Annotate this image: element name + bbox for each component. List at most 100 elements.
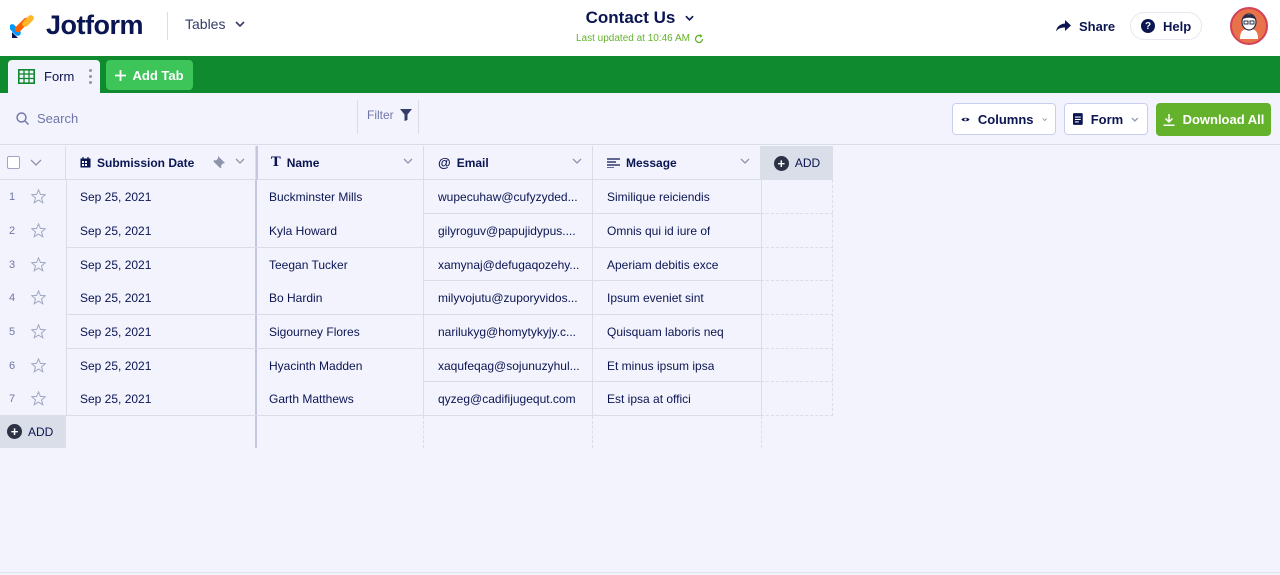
view-selector-button[interactable]: Form xyxy=(1064,103,1148,135)
cell-email[interactable]: narilukyg@homytykyjy.c... xyxy=(438,315,583,349)
tab-options-icon[interactable] xyxy=(89,69,92,84)
chevron-down-icon[interactable] xyxy=(30,159,42,166)
cell-submission-date[interactable]: Sep 25, 2021 xyxy=(80,382,151,416)
column-header-name[interactable]: T Name xyxy=(256,146,424,180)
cell-email[interactable]: wupecuhaw@cufyzyded... xyxy=(438,180,583,214)
star-icon[interactable] xyxy=(31,324,46,339)
row-number: 7 xyxy=(9,393,16,405)
cell-message[interactable]: Quisquam laboris neq xyxy=(607,315,724,349)
chevron-down-icon[interactable] xyxy=(572,158,582,164)
tables-label: Tables xyxy=(185,16,226,32)
jotform-logo-icon[interactable] xyxy=(10,12,36,40)
eye-icon xyxy=(961,117,970,121)
star-icon[interactable] xyxy=(31,223,46,238)
table-row[interactable]: 2 Sep 25, 2021 Kyla Howard gilyroguv@pap… xyxy=(0,214,833,248)
table-row[interactable]: 4 Sep 25, 2021 Bo Hardin milyvojutu@zupo… xyxy=(0,281,833,315)
cell-name[interactable]: Sigourney Flores xyxy=(269,315,360,349)
pin-icon[interactable] xyxy=(213,156,225,168)
cell-name[interactable]: Hyacinth Madden xyxy=(269,349,362,383)
column-label: Submission Date xyxy=(97,155,195,170)
grid-line xyxy=(66,314,761,315)
grid-line xyxy=(761,314,833,315)
plus-icon xyxy=(115,69,127,81)
grid-line xyxy=(66,180,67,416)
table-title: Contact Us xyxy=(585,8,676,27)
search-input[interactable]: Search xyxy=(6,100,357,136)
help-icon: ? xyxy=(1141,19,1155,33)
column-header-email[interactable]: @ Email xyxy=(424,146,593,180)
row-number: 3 xyxy=(9,259,16,271)
share-button[interactable]: Share xyxy=(1056,15,1115,37)
tables-dropdown[interactable]: Tables xyxy=(185,16,246,32)
plus-circle-icon: + xyxy=(7,424,22,439)
cell-message[interactable]: Est ipsa at offici xyxy=(607,382,691,416)
add-row-button[interactable]: + ADD xyxy=(0,415,66,448)
column-label: Name xyxy=(286,155,320,170)
cell-name[interactable]: Buckminster Mills xyxy=(269,180,362,214)
grid-line xyxy=(761,280,833,281)
table-row[interactable]: 6 Sep 25, 2021 Hyacinth Madden xaqufeqag… xyxy=(0,349,833,383)
paragraph-lines-icon xyxy=(607,157,620,168)
refresh-icon[interactable] xyxy=(694,33,704,44)
grid-line xyxy=(424,280,761,281)
table-row[interactable]: 7 Sep 25, 2021 Garth Matthews qyzeg@cadi… xyxy=(0,382,833,416)
download-all-label: Download All xyxy=(1182,112,1265,127)
add-column-button[interactable]: + ADD xyxy=(761,146,833,180)
star-icon[interactable] xyxy=(31,358,46,373)
top-header: Jotform Tables Contact Us Last updated a… xyxy=(0,0,1280,56)
cell-submission-date[interactable]: Sep 25, 2021 xyxy=(80,281,151,315)
cell-name[interactable]: Bo Hardin xyxy=(269,281,322,315)
grid-line xyxy=(761,213,833,214)
cell-email[interactable]: xaqufeqag@sojunuzyhul... xyxy=(438,349,583,383)
select-all-column-header xyxy=(0,146,66,180)
at-sign-icon: @ xyxy=(438,155,451,170)
cell-message[interactable]: Omnis qui id iure of xyxy=(607,214,710,248)
tab-form[interactable]: Form xyxy=(8,60,100,93)
column-header-message[interactable]: Message xyxy=(593,146,761,180)
text-type-icon: T xyxy=(271,155,281,170)
column-header-submission-date[interactable]: Submission Date xyxy=(66,146,256,180)
table-row[interactable]: 5 Sep 25, 2021 Sigourney Flores nariluky… xyxy=(0,315,833,349)
cell-submission-date[interactable]: Sep 25, 2021 xyxy=(80,180,151,214)
cell-name[interactable]: Garth Matthews xyxy=(269,382,354,416)
chevron-down-icon[interactable] xyxy=(235,158,245,164)
cell-message[interactable]: Ipsum eveniet sint xyxy=(607,281,704,315)
star-icon[interactable] xyxy=(31,290,46,305)
chevron-down-icon[interactable] xyxy=(740,158,750,164)
cell-message[interactable]: Similique reiciendis xyxy=(607,180,710,214)
grid-line xyxy=(761,415,833,416)
cell-submission-date[interactable]: Sep 25, 2021 xyxy=(80,214,151,248)
help-button[interactable]: ? Help xyxy=(1130,12,1203,40)
download-icon xyxy=(1163,113,1175,126)
grid-line xyxy=(592,416,593,448)
cell-name[interactable]: Kyla Howard xyxy=(269,214,337,248)
select-all-checkbox[interactable] xyxy=(7,156,20,169)
cell-message[interactable]: Aperiam debitis exce xyxy=(607,248,718,282)
star-icon[interactable] xyxy=(31,391,46,406)
download-all-button[interactable]: Download All xyxy=(1156,103,1271,136)
cell-email[interactable]: milyvojutu@zuporyvidos... xyxy=(438,281,583,315)
cell-email[interactable]: qyzeg@cadifijugequt.com xyxy=(438,382,583,416)
cell-name[interactable]: Teegan Tucker xyxy=(269,248,348,282)
add-tab-button[interactable]: Add Tab xyxy=(106,60,193,90)
brand-name[interactable]: Jotform xyxy=(46,10,144,41)
toolbar-divider xyxy=(357,100,358,134)
cell-email[interactable]: gilyroguv@papujidypus.... xyxy=(438,214,583,248)
cell-email[interactable]: xamynaj@defugaqozehy... xyxy=(438,248,583,282)
filter-button[interactable]: Filter xyxy=(367,108,412,122)
star-icon[interactable] xyxy=(31,189,46,204)
table-row[interactable]: 1 Sep 25, 2021 Buckminster Mills wupecuh… xyxy=(0,180,833,214)
table-row[interactable]: 3 Sep 25, 2021 Teegan Tucker xamynaj@def… xyxy=(0,248,833,282)
user-avatar[interactable] xyxy=(1230,7,1268,45)
cell-submission-date[interactable]: Sep 25, 2021 xyxy=(80,349,151,383)
star-icon[interactable] xyxy=(31,257,46,272)
cell-submission-date[interactable]: Sep 25, 2021 xyxy=(80,315,151,349)
cell-message[interactable]: Et minus ipsum ipsa xyxy=(607,349,714,383)
cell-submission-date[interactable]: Sep 25, 2021 xyxy=(80,248,151,282)
chevron-down-icon xyxy=(235,21,246,27)
columns-button[interactable]: Columns xyxy=(952,103,1056,135)
row-number: 1 xyxy=(9,191,16,203)
table-title-dropdown[interactable]: Contact Us xyxy=(586,8,695,28)
chevron-down-icon[interactable] xyxy=(403,158,413,164)
grid-line xyxy=(0,415,761,416)
